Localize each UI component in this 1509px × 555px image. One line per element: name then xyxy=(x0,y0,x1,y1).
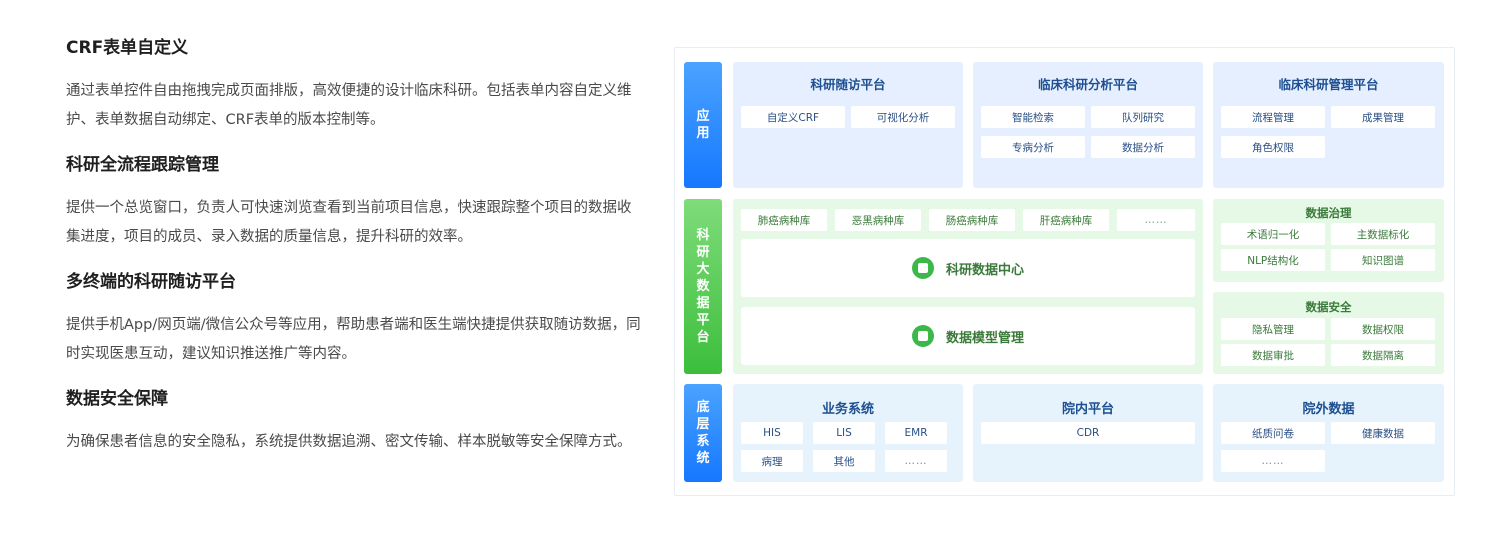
panel-title: 院内平台 xyxy=(1061,402,1114,417)
chip: 术语归一化 xyxy=(1221,223,1325,245)
chip: 专病分析 xyxy=(981,136,1085,158)
chip-disease-lib: 肺癌病种库 xyxy=(741,209,827,231)
panel-title: 科研随访平台 xyxy=(810,77,886,92)
chip-more: …… xyxy=(885,450,947,472)
panel-hospital-platform: 院内平台 CDR xyxy=(973,384,1203,482)
chip: 队列研究 xyxy=(1091,106,1195,128)
feature-title: CRF表单自定义 xyxy=(66,38,189,58)
chip: 数据分析 xyxy=(1091,136,1195,158)
chip: 角色权限 xyxy=(1221,136,1325,158)
panel-data-governance: 数据治理 术语归一化 主数据标化 NLP结构化 知识图谱 xyxy=(1213,199,1444,282)
chip: 自定义CRF xyxy=(741,106,845,128)
layer-label-app: 应用 xyxy=(684,62,722,188)
panel-title: 数据安全 xyxy=(1305,300,1352,314)
chip: 隐私管理 xyxy=(1221,318,1325,340)
architecture-diagram: 应用 科研大数据平台 底层系统 科研随访平台 自定义CRF 可视化分析 临床科研… xyxy=(674,47,1455,496)
panel-business-systems: 业务系统 HIS LIS EMR 病理 其他 …… xyxy=(733,384,963,482)
panel-data-security: 数据安全 隐私管理 数据权限 数据审批 数据隔离 xyxy=(1213,292,1444,374)
chip: CDR xyxy=(981,422,1195,444)
feature-desc: 提供一个总览窗口，负责人可快速浏览查看到当前项目信息，快速跟踪整个项目的数据收集… xyxy=(66,200,632,245)
feature-tracking: 科研全流程跟踪管理 提供一个总览窗口，负责人可快速浏览查看到当前项目信息，快速跟… xyxy=(66,153,641,252)
chip: 流程管理 xyxy=(1221,106,1325,128)
feature-title: 多终端的科研随访平台 xyxy=(66,272,236,292)
chip: 数据权限 xyxy=(1331,318,1435,340)
chip-disease-lib: 肝癌病种库 xyxy=(1023,209,1109,231)
feature-title: 科研全流程跟踪管理 xyxy=(66,155,219,175)
chip-more: …… xyxy=(1221,450,1325,472)
chip: 主数据标化 xyxy=(1331,223,1435,245)
model-icon xyxy=(911,325,934,347)
chip: 智能检索 xyxy=(981,106,1085,128)
chip: 可视化分析 xyxy=(851,106,955,128)
database-icon xyxy=(911,257,934,279)
chip: LIS xyxy=(813,422,875,444)
chip: EMR xyxy=(885,422,947,444)
feature-desc: 为确保患者信息的安全隐私，系统提供数据追溯、密文传输、样本脱敏等安全保障方式。 xyxy=(66,434,632,450)
chip: 健康数据 xyxy=(1331,422,1435,444)
feature-list: CRF表单自定义 通过表单控件自由拖拽完成页面排版，高效便捷的设计临床科研。包括… xyxy=(66,36,641,457)
model-mgmt-block: 数据模型管理 xyxy=(741,307,1195,365)
chip: 其他 xyxy=(813,450,875,472)
panel-management-platform: 临床科研管理平台 流程管理 成果管理 角色权限 xyxy=(1213,62,1444,188)
model-mgmt-label: 数据模型管理 xyxy=(945,330,1024,346)
chip: 知识图谱 xyxy=(1331,249,1435,271)
layer-label-base: 底层系统 xyxy=(684,384,722,482)
chip: 成果管理 xyxy=(1331,106,1435,128)
panel-title: 临床科研管理平台 xyxy=(1278,77,1379,92)
feature-crf: CRF表单自定义 通过表单控件自由拖拽完成页面排版，高效便捷的设计临床科研。包括… xyxy=(66,36,641,135)
chip-more: …… xyxy=(1117,209,1195,231)
feature-desc: 提供手机App/网页端/微信公众号等应用，帮助患者端和医生端快捷提供获取随访数据… xyxy=(66,317,641,362)
data-center-block: 科研数据中心 xyxy=(741,239,1195,297)
chip-disease-lib: 肠癌病种库 xyxy=(929,209,1015,231)
chip: 病理 xyxy=(741,450,803,472)
panel-title: 院外数据 xyxy=(1302,402,1355,417)
panel-analysis-platform: 临床科研分析平台 智能检索 队列研究 专病分析 数据分析 xyxy=(973,62,1203,188)
panel-title: 临床科研分析平台 xyxy=(1037,77,1138,92)
feature-multiterminal: 多终端的科研随访平台 提供手机App/网页端/微信公众号等应用，帮助患者端和医生… xyxy=(66,270,641,369)
feature-security: 数据安全保障 为确保患者信息的安全隐私，系统提供数据追溯、密文传输、样本脱敏等安… xyxy=(66,387,641,457)
panel-title: 数据治理 xyxy=(1305,206,1352,220)
chip: 纸质问卷 xyxy=(1221,422,1325,444)
panel-external-data: 院外数据 纸质问卷 健康数据 …… xyxy=(1213,384,1444,482)
panel-research-data: 肺癌病种库 恶黑病种库 肠癌病种库 肝癌病种库 …… 科研数据中心 数据模型管理 xyxy=(733,199,1203,374)
chip: HIS xyxy=(741,422,803,444)
chip-disease-lib: 恶黑病种库 xyxy=(835,209,921,231)
panel-title: 业务系统 xyxy=(821,402,874,417)
chip: 数据隔离 xyxy=(1331,344,1435,366)
feature-title: 数据安全保障 xyxy=(66,389,168,409)
panel-followup-platform: 科研随访平台 自定义CRF 可视化分析 xyxy=(733,62,963,188)
chip: NLP结构化 xyxy=(1221,249,1325,271)
layer-label-sci: 科研大数据平台 xyxy=(684,199,722,374)
chip: 数据审批 xyxy=(1221,344,1325,366)
feature-desc: 通过表单控件自由拖拽完成页面排版，高效便捷的设计临床科研。包括表单内容自定义维护… xyxy=(66,83,632,128)
data-center-label: 科研数据中心 xyxy=(945,262,1024,278)
